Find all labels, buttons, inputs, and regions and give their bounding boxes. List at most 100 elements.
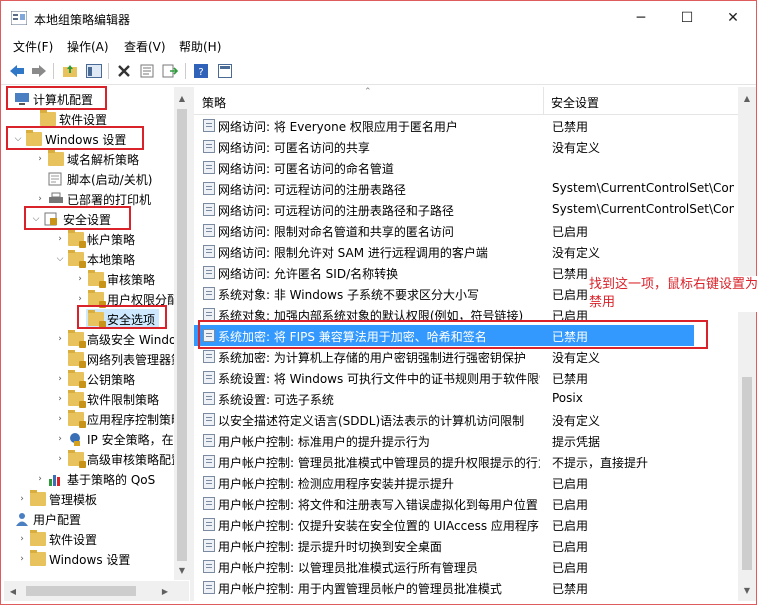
back-icon[interactable] bbox=[8, 62, 26, 80]
tree-node-advanced-audit[interactable]: › 高级审核策略配置 bbox=[54, 449, 183, 469]
table-row[interactable]: 以安全描述符定义语言(SDDL)语法表示的计算机访问限制 没有定义 bbox=[194, 409, 738, 430]
chevron-right-icon[interactable]: › bbox=[54, 414, 66, 424]
scroll-down-arrow-icon[interactable]: ▼ bbox=[738, 581, 756, 599]
tree-node-public-key[interactable]: › 公钥策略 bbox=[54, 369, 135, 389]
table-row[interactable]: 用户帐户控制: 将文件和注册表写入错误虚拟化到每用户位置 已启用 bbox=[194, 493, 738, 514]
chevron-right-icon[interactable]: › bbox=[54, 234, 66, 244]
tree-node-dns-policy[interactable]: › 域名解析策略 bbox=[34, 149, 139, 169]
chevron-right-icon[interactable]: › bbox=[34, 474, 46, 484]
table-row[interactable]: 网络访问: 限制允许对 SAM 进行远程调用的客户端 没有定义 bbox=[194, 241, 738, 262]
chevron-right-icon[interactable]: › bbox=[54, 454, 66, 464]
policy-icon bbox=[203, 497, 215, 510]
scroll-thumb[interactable] bbox=[742, 377, 752, 570]
chevron-right-icon[interactable]: › bbox=[34, 194, 46, 204]
table-row[interactable]: 网络访问: 限制对命名管道和共享的匿名访问 已启用 bbox=[194, 220, 738, 241]
scroll-up-arrow-icon[interactable]: ▲ bbox=[173, 89, 191, 107]
tree-node-account-policies[interactable]: › 帐户策略 bbox=[54, 229, 135, 249]
policy-name: 网络访问: 可匿名访问的共享 bbox=[218, 141, 370, 155]
scroll-left-arrow-icon[interactable]: ◀ bbox=[4, 582, 22, 600]
scroll-right-arrow-icon[interactable]: ▶ bbox=[156, 582, 174, 600]
tree-node-user-software-settings[interactable]: › 软件设置 bbox=[16, 529, 97, 549]
highlight-box-computer-config bbox=[6, 86, 107, 110]
scroll-up-arrow-icon[interactable]: ▲ bbox=[738, 89, 756, 107]
table-row[interactable]: 系统加密: 为计算机上存储的用户密钥强制进行强密钥保护 没有定义 bbox=[194, 346, 738, 367]
table-row[interactable]: 用户帐户控制: 管理员批准模式中管理员的提升权限提示的行为 不提示，直接提升 bbox=[194, 451, 738, 472]
view-icon[interactable] bbox=[216, 62, 234, 80]
tree-node-software-restriction[interactable]: › 软件限制策略 bbox=[54, 389, 159, 409]
chevron-right-icon[interactable]: › bbox=[16, 554, 28, 564]
tree-horizontal-scrollbar[interactable]: ◀ ▶ bbox=[4, 581, 189, 601]
up-folder-icon[interactable] bbox=[61, 62, 79, 80]
list-vertical-scrollbar[interactable]: ▲ ▼ bbox=[738, 87, 756, 601]
table-row[interactable]: 系统设置: 将 Windows 可执行文件中的证书规则用于软件限制策略 已禁用 bbox=[194, 367, 738, 388]
policy-setting: Posix bbox=[552, 391, 583, 405]
chevron-right-icon[interactable]: › bbox=[74, 294, 86, 304]
properties-icon[interactable] bbox=[138, 62, 156, 80]
title-bar: 本地组策略编辑器 ─ ☐ ✕ bbox=[1, 1, 756, 35]
tree-node-local-policies[interactable]: ⌵ 本地策略 bbox=[54, 249, 135, 269]
minimize-button[interactable]: ─ bbox=[618, 1, 664, 35]
table-row[interactable]: 网络访问: 可远程访问的注册表路径和子路径 System\CurrentContr… bbox=[194, 199, 738, 220]
column-header-setting[interactable]: 安全设置 bbox=[551, 94, 599, 111]
tree-label: 高级审核策略配置 bbox=[87, 452, 184, 467]
menu-file[interactable]: 文件(F) bbox=[13, 38, 53, 55]
help-icon[interactable]: ? bbox=[192, 62, 210, 80]
chevron-right-icon[interactable]: › bbox=[54, 394, 66, 404]
policy-setting: 已禁用 bbox=[552, 120, 589, 134]
export-icon[interactable] bbox=[161, 62, 179, 80]
table-row[interactable]: 网络访问: 将 Everyone 权限应用于匿名用户 已禁用 bbox=[194, 115, 738, 136]
chevron-right-icon[interactable]: › bbox=[54, 374, 66, 384]
lock-icon bbox=[79, 341, 86, 348]
policy-setting: 没有定义 bbox=[552, 414, 601, 428]
tree-node-qos[interactable]: › 基于策略的 QoS bbox=[34, 469, 155, 489]
table-row[interactable]: 网络访问: 可匿名访问的命名管道 bbox=[194, 157, 738, 178]
table-row[interactable]: 用户帐户控制: 以管理员批准模式运行所有管理员 已启用 bbox=[194, 556, 738, 577]
tree-node-user-config[interactable]: 用户配置 bbox=[12, 509, 81, 529]
annotation-text: 找到这一项，鼠标右键设置为禁用 bbox=[589, 276, 757, 312]
column-divider[interactable] bbox=[543, 87, 544, 115]
tree-vertical-scrollbar[interactable]: ▲ ▼ bbox=[174, 87, 190, 580]
maximize-button[interactable]: ☐ bbox=[664, 1, 710, 35]
table-row[interactable]: 用户帐户控制: 用于内置管理员帐户的管理员批准模式 已禁用 bbox=[194, 577, 738, 598]
scroll-thumb[interactable] bbox=[26, 586, 136, 596]
tree-node-defender-firewall[interactable]: › 高级安全 Windows Defender 防火墙 bbox=[54, 329, 189, 349]
forward-icon[interactable] bbox=[30, 62, 48, 80]
scroll-thumb[interactable] bbox=[177, 109, 187, 561]
policy-name: 以安全描述符定义语言(SDDL)语法表示的计算机访问限制 bbox=[218, 414, 525, 428]
locked-folder-icon bbox=[68, 410, 86, 428]
table-row[interactable]: 网络访问: 可匿名访问的共享 没有定义 bbox=[194, 136, 738, 157]
table-row[interactable]: 网络访问: 可远程访问的注册表路径 System\CurrentControlSe… bbox=[194, 178, 738, 199]
chevron-right-icon[interactable]: › bbox=[54, 334, 66, 344]
tree-node-network-list[interactable]: 网络列表管理器策略 bbox=[54, 349, 189, 369]
chevron-right-icon[interactable]: › bbox=[74, 274, 86, 284]
chevron-right-icon[interactable]: › bbox=[34, 154, 46, 164]
policy-icon bbox=[203, 476, 215, 489]
table-row[interactable]: 系统设置: 可选子系统 Posix bbox=[194, 388, 738, 409]
chevron-right-icon[interactable]: › bbox=[16, 494, 28, 504]
chevron-right-icon[interactable]: › bbox=[54, 434, 66, 444]
show-tree-icon[interactable] bbox=[85, 62, 103, 80]
tree-node-ip-security[interactable]: › IP 安全策略，在本地计算机 bbox=[54, 429, 189, 449]
table-row[interactable]: 用户帐户控制: 仅提升安装在安全位置的 UIAccess 应用程序 已启用 bbox=[194, 514, 738, 535]
scroll-down-arrow-icon[interactable]: ▼ bbox=[173, 561, 191, 579]
tree-node-app-control[interactable]: › 应用程序控制策略 bbox=[54, 409, 183, 429]
chevron-down-icon[interactable]: ⌵ bbox=[54, 254, 66, 264]
tree-node-audit-policy[interactable]: › 审核策略 bbox=[74, 269, 155, 289]
delete-icon[interactable] bbox=[115, 62, 133, 80]
tree-node-user-windows-settings[interactable]: › Windows 设置 bbox=[16, 549, 130, 569]
chevron-right-icon[interactable]: › bbox=[16, 534, 28, 544]
locked-folder-icon bbox=[68, 390, 86, 408]
menu-action[interactable]: 操作(A) bbox=[67, 38, 109, 55]
column-header-policy[interactable]: 策略 bbox=[202, 94, 226, 111]
menu-help[interactable]: 帮助(H) bbox=[179, 38, 221, 55]
table-row[interactable]: 用户帐户控制: 检测应用程序安装并提示提升 已启用 bbox=[194, 472, 738, 493]
table-row[interactable]: 用户帐户控制: 标准用户的提升提示行为 提示凭据 bbox=[194, 430, 738, 451]
bar-chart-icon bbox=[48, 472, 64, 486]
tree-node-scripts[interactable]: 脚本(启动/关机) bbox=[34, 169, 152, 189]
tree-node-admin-templates[interactable]: › 管理模板 bbox=[16, 489, 97, 509]
policy-icon bbox=[203, 413, 215, 426]
menu-view[interactable]: 查看(V) bbox=[124, 38, 166, 55]
close-button[interactable]: ✕ bbox=[710, 1, 756, 35]
lock-icon bbox=[79, 381, 86, 388]
table-row[interactable]: 用户帐户控制: 提示提升时切换到安全桌面 已启用 bbox=[194, 535, 738, 556]
